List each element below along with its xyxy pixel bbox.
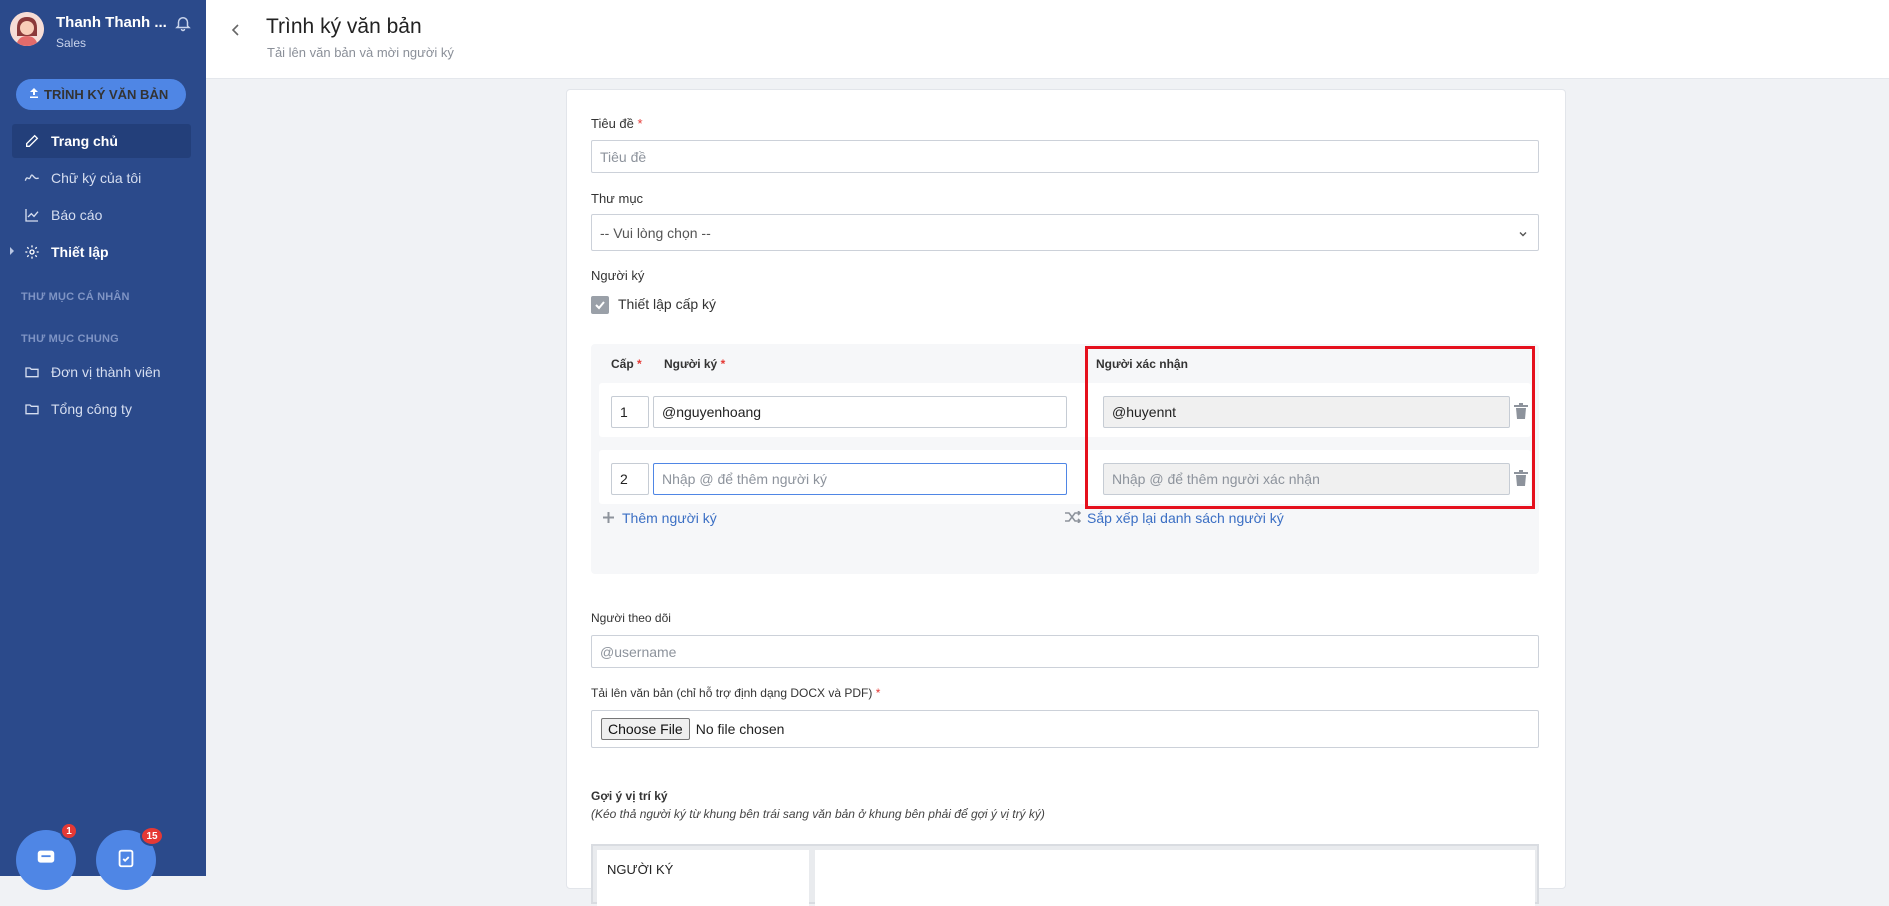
add-signer-label: Thêm người ký <box>622 510 717 526</box>
folder-item-corporation[interactable]: Tổng công ty <box>12 392 191 426</box>
col-signer-header: Người ký * <box>664 357 726 371</box>
trash-icon[interactable] <box>1514 470 1530 488</box>
title-label: Tiêu đề * <box>591 116 643 131</box>
signer-drag-panel-title: NGƯỜI KÝ <box>607 862 674 877</box>
nav-item-home[interactable]: Trang chủ <box>12 124 191 158</box>
reorder-signers-button[interactable]: Sắp xếp lại danh sách người ký <box>1065 510 1284 526</box>
title-input[interactable] <box>591 140 1539 173</box>
sidebar: Thanh Thanh ... Sales TRÌNH KÝ VĂN BẢN T… <box>0 0 206 890</box>
document-form: Tiêu đề * Thư mục -- Vui lòng chọn -- Ng… <box>566 89 1566 906</box>
caret-right-icon <box>10 247 14 255</box>
nav-item-reports[interactable]: Báo cáo <box>12 198 191 232</box>
folder-icon <box>22 362 42 382</box>
chart-icon <box>22 205 42 225</box>
document-preview-panel[interactable] <box>815 850 1535 906</box>
folder-select[interactable]: -- Vui lòng chọn -- <box>591 214 1539 251</box>
folder-select-value: -- Vui lòng chọn -- <box>600 224 711 241</box>
signature-icon <box>22 168 42 188</box>
signing-level-label: Thiết lập cấp ký <box>618 296 717 312</box>
shuffle-icon <box>1065 510 1082 526</box>
chevron-down-icon <box>1518 226 1528 237</box>
nav-label-settings: Thiết lập <box>51 244 109 260</box>
section-shared-folders: THƯ MỤC CHUNG <box>21 333 119 345</box>
confirmer-input[interactable] <box>1103 463 1510 495</box>
nav-label-home: Trang chủ <box>51 133 118 149</box>
back-icon[interactable] <box>228 22 244 38</box>
signer-row <box>599 383 1531 437</box>
signer-drag-panel: NGƯỜI KÝ <box>597 850 809 906</box>
nav-label-reports: Báo cáo <box>51 207 103 223</box>
pen-icon <box>22 131 42 151</box>
signature-position-label: Gợi ý vị trí ký <box>591 789 668 803</box>
chat-icon <box>35 847 57 874</box>
upload-label: Tải lên văn bản (chỉ hỗ trợ định dạng DO… <box>591 686 881 700</box>
submit-document-label: TRÌNH KÝ VĂN BẢN <box>44 87 169 102</box>
user-name: Thanh Thanh ... <box>56 14 166 31</box>
tasks-badge: 15 <box>140 826 164 846</box>
signers-label: Người ký <box>591 268 645 283</box>
watchers-input[interactable] <box>591 635 1539 668</box>
clipboard-check-icon <box>115 847 137 874</box>
no-file-text: No file chosen <box>695 721 785 737</box>
trash-icon[interactable] <box>1514 403 1530 421</box>
gear-icon <box>22 242 42 262</box>
watchers-label: Người theo dõi <box>591 611 671 625</box>
nav-label-my-signature: Chữ ký của tôi <box>51 170 142 186</box>
folder-label-member-units: Đơn vị thành viên <box>51 364 161 380</box>
nav-item-my-signature[interactable]: Chữ ký của tôi <box>12 161 191 195</box>
section-personal-folders: THƯ MỤC CÁ NHÂN <box>21 291 130 303</box>
signer-row <box>599 450 1531 504</box>
submit-document-button[interactable]: TRÌNH KÝ VĂN BẢN <box>16 79 186 110</box>
signature-position-area: NGƯỜI KÝ <box>591 844 1539 906</box>
col-confirmer-header: Người xác nhận <box>1096 357 1188 371</box>
page-title: Trình ký văn bản <box>266 15 422 38</box>
folder-label: Thư mục <box>591 191 644 206</box>
user-profile[interactable]: Thanh Thanh ... Sales <box>10 12 200 52</box>
confirmer-input[interactable] <box>1103 396 1510 428</box>
signer-input[interactable] <box>653 396 1067 428</box>
reorder-signers-label: Sắp xếp lại danh sách người ký <box>1087 510 1284 526</box>
page-subtitle: Tải lên văn bản và mời người ký <box>267 45 454 60</box>
level-input[interactable] <box>611 396 649 428</box>
signers-panel: Cấp * Người ký * Người xác nhận Thêm ngư… <box>591 344 1539 574</box>
signing-level-checkbox[interactable] <box>591 296 609 314</box>
plus-icon <box>603 510 614 526</box>
upload-icon <box>28 87 40 102</box>
folder-icon <box>22 399 42 419</box>
add-signer-button[interactable]: Thêm người ký <box>603 510 717 526</box>
col-level-header: Cấp * <box>611 357 642 371</box>
folder-label-corporation: Tổng công ty <box>51 401 132 417</box>
file-upload-field[interactable]: Choose File No file chosen <box>591 710 1539 748</box>
choose-file-button[interactable]: Choose File <box>601 718 690 740</box>
folder-item-member-units[interactable]: Đơn vị thành viên <box>12 355 191 389</box>
signer-input[interactable] <box>653 463 1067 495</box>
signature-position-hint: (Kéo thả người ký từ khung bên trái sang… <box>591 807 1045 821</box>
bell-icon[interactable] <box>174 14 194 34</box>
user-role: Sales <box>56 36 87 50</box>
nav-item-settings[interactable]: Thiết lập <box>10 235 191 269</box>
page-header: Trình ký văn bản Tải lên văn bản và mời … <box>206 0 1889 79</box>
level-input[interactable] <box>611 463 649 495</box>
chat-badge: 1 <box>60 822 78 840</box>
avatar[interactable] <box>10 12 44 46</box>
